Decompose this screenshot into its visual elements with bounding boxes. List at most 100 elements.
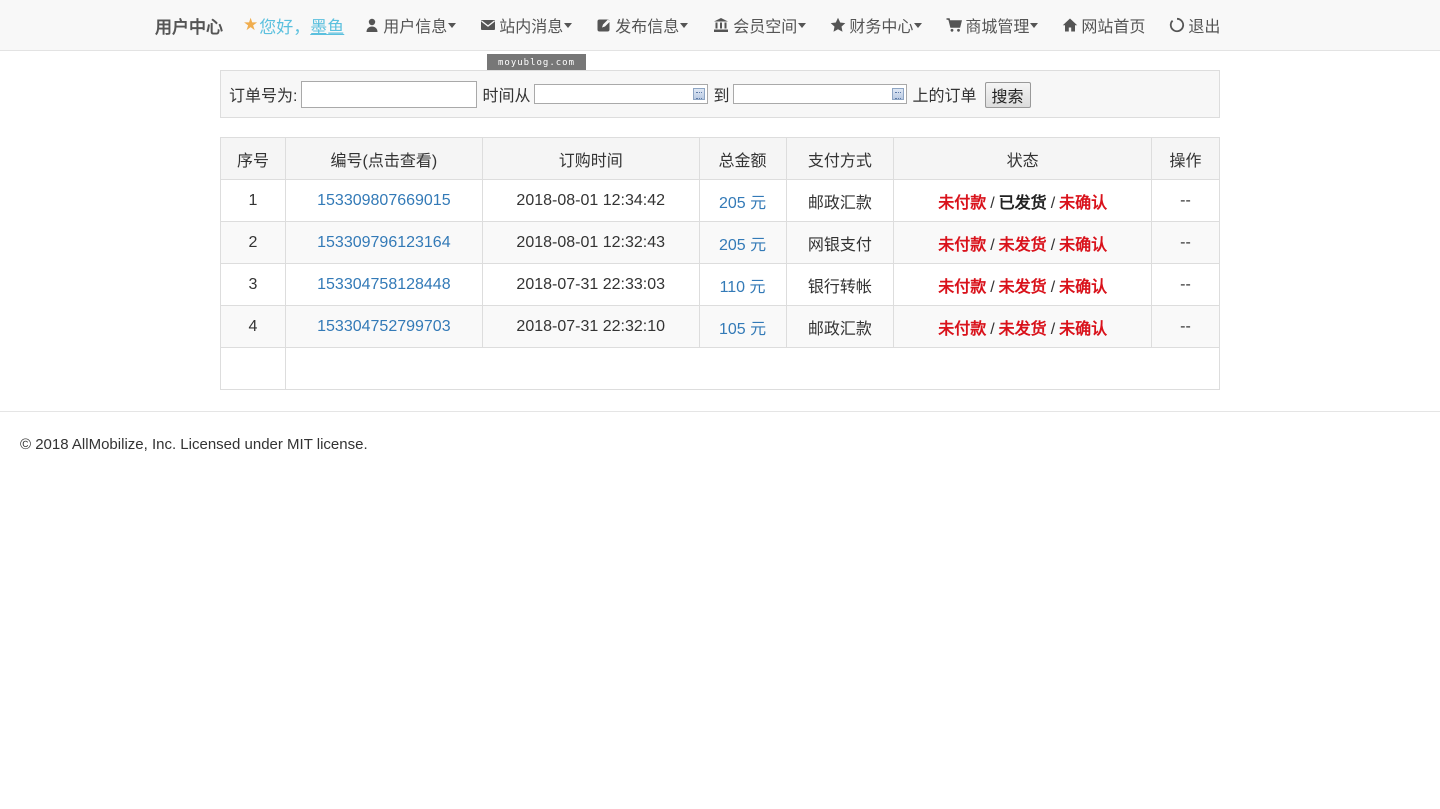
time-from-label: 时间从 [482, 88, 531, 105]
calendar-icon[interactable] [892, 88, 905, 100]
order-amount: 110 元 [719, 278, 766, 296]
pay-status: 未付款 [938, 320, 987, 338]
date-from-input[interactable] [534, 84, 709, 104]
cart-icon [946, 18, 963, 32]
footer-copyright: © 2018 AllMobilize, Inc. Licensed under … [20, 436, 368, 453]
order-number-input[interactable] [301, 80, 478, 108]
order-status: 未付款 / 未发货 / 未确认 [893, 221, 1153, 264]
order-time: 2018-07-31 22:32:10 [481, 305, 700, 348]
order-time: 2018-08-01 12:34:42 [481, 179, 700, 222]
table-row: 4 153304752799703 2018-07-31 22:32:10 10… [220, 305, 1220, 348]
order-status: 未付款 / 未发货 / 未确认 [893, 305, 1153, 348]
caret-down-icon [448, 22, 457, 28]
nav-item-homepage[interactable]: 网站首页 [1062, 13, 1145, 37]
order-number-link[interactable]: 153304758128448 [317, 276, 450, 293]
caret-down-icon [1030, 22, 1039, 28]
nav-item-member-space[interactable]: 会员空间 [712, 13, 807, 37]
star-icon [831, 17, 846, 32]
confirm-status: 未确认 [1059, 278, 1108, 296]
row-action: -- [1151, 179, 1220, 222]
row-index: 3 [220, 263, 286, 306]
calendar-icon[interactable] [693, 88, 706, 100]
row-index: 2 [220, 221, 286, 264]
star-icon: ★ [243, 15, 259, 34]
ship-status: 未发货 [998, 236, 1047, 254]
confirm-status: 未确认 [1059, 236, 1108, 254]
brand-title[interactable]: 用户中心 [155, 13, 223, 38]
payment-method: 邮政汇款 [785, 305, 895, 348]
column-header: 序号 [220, 137, 286, 180]
pay-status: 未付款 [938, 194, 987, 212]
order-status: 未付款 / 未发货 / 未确认 [893, 263, 1153, 306]
caret-down-icon [798, 22, 807, 28]
nav-item-messages[interactable]: 站内消息 [480, 13, 573, 37]
empty-cell [284, 347, 1221, 390]
column-header: 操作 [1151, 137, 1220, 180]
nav-inner: 用户中心 ★ 您好， 墨鱼 用户信息 站内消息 发布信息 会员空间 财务中心 商… [155, 0, 1244, 50]
pay-status: 未付款 [938, 236, 987, 254]
row-index: 4 [220, 305, 286, 348]
status-separator: / [990, 278, 995, 296]
column-header: 总金额 [698, 137, 787, 180]
table-empty-row [220, 347, 1221, 390]
nav-item-logout[interactable]: 退出 [1169, 13, 1220, 37]
status-separator: / [1050, 320, 1056, 338]
ship-status: 已发货 [998, 194, 1047, 212]
username-link[interactable]: 墨鱼 [310, 13, 344, 38]
status-separator: / [1050, 278, 1056, 296]
column-header: 支付方式 [785, 137, 895, 180]
table-row: 2 153309796123164 2018-08-01 12:32:43 20… [220, 221, 1220, 264]
column-header: 订购时间 [481, 137, 700, 180]
nav-item-label: 发布信息 [615, 19, 680, 36]
top-navbar: 用户中心 ★ 您好， 墨鱼 用户信息 站内消息 发布信息 会员空间 财务中心 商… [0, 0, 1440, 51]
row-action: -- [1151, 221, 1220, 264]
order-number-label: 订单号为: [229, 88, 298, 105]
date-to-input[interactable] [733, 84, 908, 104]
order-time: 2018-07-31 22:33:03 [481, 263, 700, 306]
nav-item-label: 会员空间 [733, 19, 798, 36]
status-separator: / [990, 194, 995, 212]
nav-item-shop-admin[interactable]: 商城管理 [946, 13, 1039, 37]
time-to-label: 到 [713, 88, 730, 105]
footer-divider [0, 411, 1440, 412]
row-action: -- [1151, 263, 1220, 306]
order-number-link[interactable]: 153304752799703 [317, 318, 450, 335]
status-separator: / [1050, 194, 1056, 212]
nav-item-label: 用户信息 [383, 19, 448, 36]
order-number-link[interactable]: 153309807669015 [317, 192, 450, 209]
confirm-status: 未确认 [1059, 194, 1108, 212]
power-icon [1170, 17, 1185, 33]
nav-item-publish[interactable]: 发布信息 [596, 13, 689, 37]
empty-cell [220, 347, 286, 390]
home-icon [1063, 18, 1078, 32]
order-search-panel: 订单号为: 时间从 到 上的订单 搜索 [220, 70, 1220, 118]
envelope-icon [481, 20, 496, 30]
nav-item-label: 站内消息 [499, 19, 564, 36]
order-status: 未付款 / 已发货 / 未确认 [893, 179, 1153, 222]
order-time: 2018-08-01 12:32:43 [481, 221, 700, 264]
greeting-text: 您好， [259, 17, 311, 37]
status-separator: / [1050, 236, 1056, 254]
table-row: 3 153304758128448 2018-07-31 22:33:03 11… [220, 263, 1220, 306]
orders-suffix-label: 上的订单 [912, 88, 977, 105]
order-number-link[interactable]: 153309796123164 [317, 234, 450, 251]
pay-status: 未付款 [938, 278, 987, 296]
payment-method: 邮政汇款 [785, 179, 895, 222]
caret-down-icon [914, 22, 923, 28]
table-row: 1 153309807669015 2018-08-01 12:34:42 20… [220, 179, 1220, 222]
nav-item-label: 网站首页 [1081, 19, 1146, 36]
order-amount: 105 元 [718, 320, 767, 338]
nav-item-user-info[interactable]: 用户信息 [364, 13, 457, 37]
order-amount: 205 元 [718, 236, 767, 254]
nav-item-finance[interactable]: 财务中心 [830, 13, 923, 37]
caret-down-icon [680, 22, 689, 28]
nav-item-label: 财务中心 [849, 19, 914, 36]
table-header-row: 序号 编号(点击查看) 订购时间 总金额 支付方式 状态 操作 [220, 137, 1220, 180]
search-button[interactable]: 搜索 [984, 82, 1031, 108]
ship-status: 未发货 [998, 278, 1047, 296]
order-amount: 205 元 [718, 194, 767, 212]
status-separator: / [990, 320, 995, 338]
caret-down-icon [564, 22, 573, 28]
orders-table: 序号 编号(点击查看) 订购时间 总金额 支付方式 状态 操作 1 153309… [220, 137, 1221, 390]
column-header: 状态 [893, 137, 1153, 180]
